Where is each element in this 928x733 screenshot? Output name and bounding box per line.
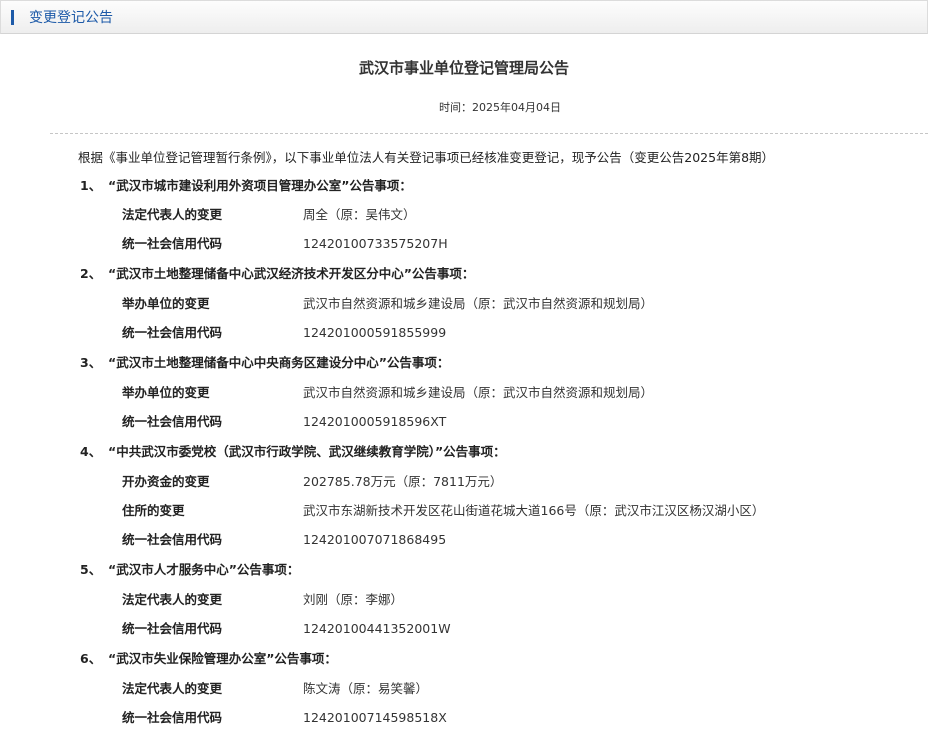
field-label: 统一社会信用代码 xyxy=(122,414,223,429)
field-value: 124201007071868495 xyxy=(303,532,447,547)
field-label: 统一社会信用代码 xyxy=(122,532,223,547)
item-number: 6、 xyxy=(80,651,102,666)
item-heading: 1、 “武汉市城市建设利用外资项目管理办公室”公告事项： xyxy=(80,178,412,194)
item-title: “武汉市人才服务中心”公告事项： xyxy=(108,562,300,577)
divider xyxy=(50,133,928,134)
section-title: 变更登记公告 xyxy=(29,10,113,26)
field-value: 1242010005918596XT xyxy=(303,414,447,429)
field-label: 法定代表人的变更 xyxy=(122,681,223,696)
item-title: “武汉市土地整理储备中心武汉经济技术开发区分中心”公告事项： xyxy=(108,266,475,281)
item-title: “中共武汉市委党校（武汉市行政学院、武汉继续教育学院）”公告事项： xyxy=(108,444,506,459)
field-label: 统一社会信用代码 xyxy=(122,325,223,340)
field-label: 举办单位的变更 xyxy=(122,385,210,400)
field-value: 12420100441352001W xyxy=(303,621,451,636)
item-number: 3、 xyxy=(80,355,102,370)
field-value: 刘刚（原：李娜） xyxy=(303,592,404,607)
field-label: 举办单位的变更 xyxy=(122,296,210,311)
field-value: 124201000591855999 xyxy=(303,325,447,340)
field-label: 住所的变更 xyxy=(122,503,185,518)
article-title: 武汉市事业单位登记管理局公告 xyxy=(358,59,569,77)
item-title: “武汉市土地整理储备中心中央商务区建设分中心”公告事项： xyxy=(108,355,450,370)
field-label: 开办资金的变更 xyxy=(122,474,210,489)
article-intro: 根据《事业单位登记管理暂行条例》，以下事业单位法人有关登记事项已经核准变更登记，… xyxy=(78,150,775,165)
field-value: 武汉市自然资源和城乡建设局（原：武汉市自然资源和规划局） xyxy=(303,296,654,311)
field-label: 法定代表人的变更 xyxy=(122,207,223,222)
item-heading: 3、 “武汉市土地整理储备中心中央商务区建设分中心”公告事项： xyxy=(80,355,449,371)
field-value: 202785.78万元（原：7811万元） xyxy=(303,474,503,489)
field-value: 武汉市东湖新技术开发区花山街道花城大道166号（原：武汉市江汉区杨汉湖小区） xyxy=(303,503,765,518)
header-accent-bar xyxy=(11,10,14,25)
item-number: 5、 xyxy=(80,562,102,577)
item-number: 2、 xyxy=(80,266,102,281)
time-label: 时间： xyxy=(439,101,472,114)
item-heading: 2、 “武汉市土地整理储备中心武汉经济技术开发区分中心”公告事项： xyxy=(80,266,474,282)
item-heading: 4、 “中共武汉市委党校（武汉市行政学院、武汉继续教育学院）”公告事项： xyxy=(80,444,506,460)
item-title: “武汉市失业保险管理办公室”公告事项： xyxy=(108,651,337,666)
field-value: 12420100714598518X xyxy=(303,710,447,725)
article-time: 时间：2025年04月04日 xyxy=(0,101,928,115)
section-header: 变更登记公告 xyxy=(0,0,928,34)
item-heading: 6、 “武汉市失业保险管理办公室”公告事项： xyxy=(80,651,337,667)
item-title: “武汉市城市建设利用外资项目管理办公室”公告事项： xyxy=(108,178,412,193)
field-value: 12420100733575207H xyxy=(303,236,448,251)
field-value: 武汉市自然资源和城乡建设局（原：武汉市自然资源和规划局） xyxy=(303,385,654,400)
item-heading: 5、 “武汉市人才服务中心”公告事项： xyxy=(80,562,299,578)
item-number: 1、 xyxy=(80,178,102,193)
field-value: 周全（原：吴伟文） xyxy=(303,207,416,222)
field-label: 法定代表人的变更 xyxy=(122,592,223,607)
item-number: 4、 xyxy=(80,444,102,459)
time-value: 2025年04月04日 xyxy=(472,101,561,114)
field-label: 统一社会信用代码 xyxy=(122,236,223,251)
field-value: 陈文涛（原：易笑馨） xyxy=(303,681,429,696)
field-label: 统一社会信用代码 xyxy=(122,621,223,636)
field-label: 统一社会信用代码 xyxy=(122,710,223,725)
